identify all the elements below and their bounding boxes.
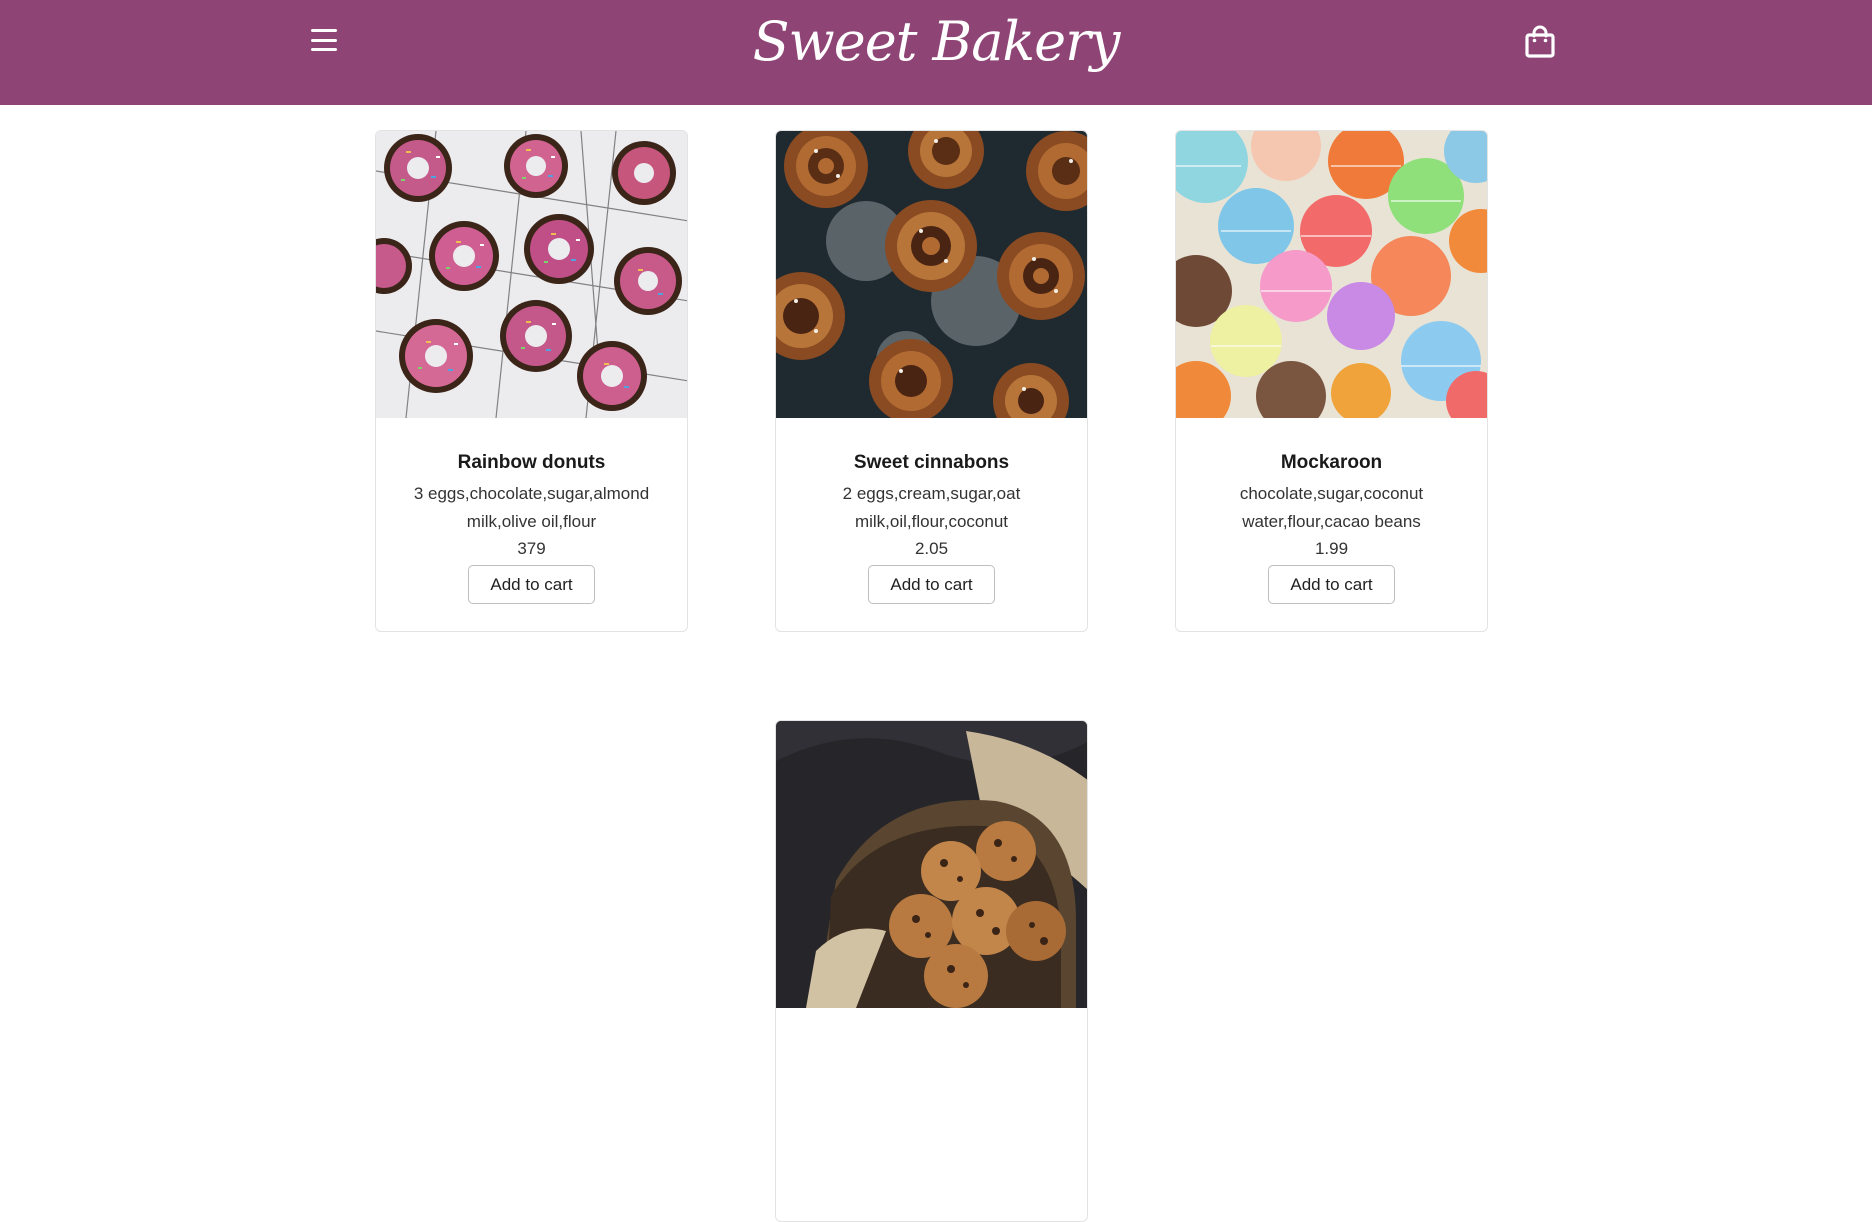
product-card: Sweet cinnabons 2 eggs,cream,sugar,oat m… — [775, 130, 1088, 632]
product-info: Rainbow donuts 3 eggs,chocolate,sugar,al… — [376, 418, 687, 604]
product-ingredients: 3 eggs,chocolate,sugar,almond milk,olive… — [413, 484, 650, 531]
product-ingredients: chocolate,sugar,coconut water,flour,caca… — [1239, 484, 1424, 531]
add-to-cart-button[interactable]: Add to cart — [468, 565, 595, 604]
product-ingredients: 2 eggs,cream,sugar,oat milk,oil,flour,co… — [842, 484, 1021, 531]
product-card — [775, 720, 1088, 1222]
product-card: Rainbow donuts 3 eggs,chocolate,sugar,al… — [375, 130, 688, 632]
product-info: Sweet cinnabons 2 eggs,cream,sugar,oat m… — [776, 418, 1087, 604]
add-to-cart-button[interactable]: Add to cart — [868, 565, 995, 604]
product-name: Sweet cinnabons — [853, 452, 1010, 473]
product-name: Rainbow donuts — [457, 452, 606, 473]
product-price: 379 — [517, 539, 546, 558]
add-to-cart-button[interactable]: Add to cart — [1268, 565, 1395, 604]
macarons-photo — [1176, 131, 1487, 418]
product-price: 1.99 — [1314, 539, 1349, 558]
product-info: Mockaroon chocolate,sugar,coconut water,… — [1176, 418, 1487, 604]
product-price: 2.05 — [914, 539, 949, 558]
product-name: Mockaroon — [1280, 452, 1383, 473]
cookies-photo — [776, 721, 1087, 1008]
product-card: Mockaroon chocolate,sugar,coconut water,… — [1175, 130, 1488, 632]
rainbow-donuts-photo — [376, 131, 687, 418]
cinnamon-rolls-photo — [776, 131, 1087, 418]
product-grid: Rainbow donuts 3 eggs,chocolate,sugar,al… — [0, 0, 1872, 1222]
